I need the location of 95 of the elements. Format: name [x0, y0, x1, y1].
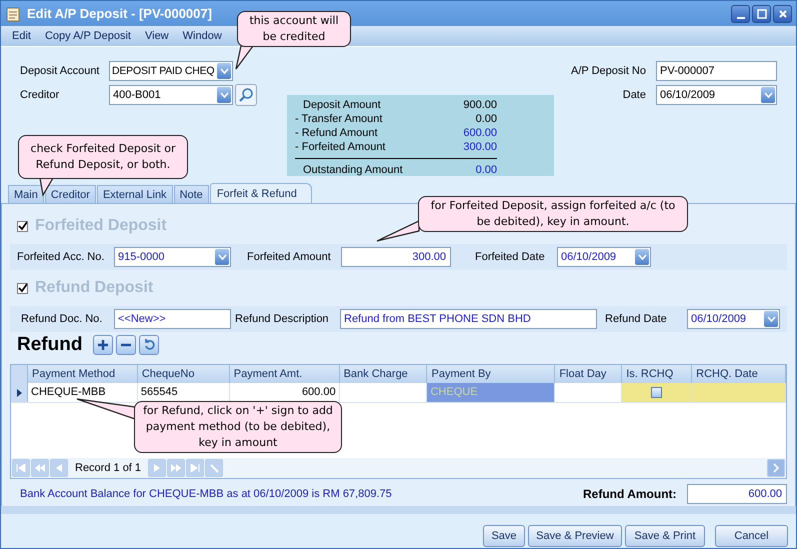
callout: this account will be credited [237, 11, 351, 47]
summary-label: Outstanding Amount [302, 163, 403, 178]
action-button[interactable]: Save & Preview [528, 525, 622, 547]
undo-button[interactable] [139, 335, 160, 355]
field-label: Refund Description [235, 313, 330, 325]
section-title: Refund Deposit [35, 279, 154, 297]
callout: check Forfeited Deposit or Refund Deposit, or both. [18, 135, 188, 179]
field-label: Deposit Account [20, 65, 100, 77]
date-picker[interactable]: 06/10/2009 [557, 247, 651, 267]
summary-label: - Refund Amount [295, 126, 378, 140]
first-icon [16, 464, 26, 472]
section-title: Forfeited Deposit [35, 217, 167, 235]
last-icon [190, 464, 200, 472]
checkbox[interactable] [651, 387, 662, 398]
account-dropdown[interactable]: DEPOSIT PAID CHEQ [109, 61, 233, 81]
callout: for Forfeited Deposit, assign forfeited a/c (to be debited), key in amount. [418, 196, 688, 232]
search-icon [238, 87, 254, 103]
account-dropdown[interactable]: 915-0000 [114, 247, 231, 267]
field-label: Creditor [20, 89, 60, 101]
left-triangle-icon [56, 464, 62, 472]
tab[interactable]: Main [8, 185, 44, 203]
maximize-button[interactable] [752, 4, 771, 22]
field-label: Refund Date [605, 313, 668, 325]
action-button[interactable]: Save & Print [625, 525, 705, 547]
add-button[interactable] [93, 335, 114, 355]
action-button[interactable]: Save [483, 525, 525, 547]
summary-value: 300.00 [463, 140, 497, 154]
close-button[interactable] [773, 4, 792, 22]
summary-label: - Transfer Amount [295, 112, 382, 126]
amount-field[interactable]: 300.00 [341, 247, 451, 267]
summary-label: - Forfeited Amount [295, 140, 386, 154]
summary-value: 900.00 [463, 98, 497, 112]
chevron-right-icon [773, 463, 779, 473]
window-title: Edit A/P Deposit - [PV-000007] [27, 6, 212, 21]
checkbox[interactable] [17, 220, 28, 232]
corner-header-cell [11, 365, 28, 383]
menu-item[interactable]: Copy A/P Deposit [38, 30, 138, 42]
document-number-field[interactable]: <<New>> [114, 309, 231, 329]
search-button[interactable] [235, 84, 257, 106]
tab[interactable]: Creditor [44, 185, 96, 203]
column-header[interactable]: Float Day [555, 365, 622, 383]
date-picker[interactable]: 06/10/2009 [656, 85, 777, 105]
field-label: Refund Doc. No. [20, 313, 104, 325]
refund-amount-field[interactable]: 600.00 [687, 484, 787, 504]
caret-icon [218, 254, 226, 260]
summary-value: 600.00 [463, 126, 497, 140]
balance-note: Bank Account Balance for CHEQUE-MBB as at 06/10/2009 is RM 67,809.75 [20, 488, 392, 500]
column-header[interactable]: Payment Amt. [230, 365, 340, 383]
summary-label: Deposit Amount [302, 98, 381, 112]
field-label: Forfeited Amount [247, 251, 332, 263]
minimize-button[interactable] [731, 4, 750, 22]
description-field[interactable]: Refund from BEST PHONE SDN BHD [340, 309, 597, 329]
plus-icon [96, 338, 110, 352]
caret-icon [766, 316, 776, 322]
deposit-number-field[interactable]: PV-000007 [656, 61, 777, 81]
caret-icon [764, 92, 772, 98]
field-label: A/P Deposit No [570, 65, 647, 77]
table-cell: CHEQUE [427, 383, 556, 402]
tab[interactable]: Forfeit & Refund [210, 183, 312, 203]
menu-item[interactable]: View [138, 30, 176, 42]
summary-value: 0.00 [476, 112, 497, 126]
summary-value: 0.00 [476, 163, 497, 178]
caret-icon [220, 68, 228, 74]
field-label: Date [622, 89, 647, 101]
right-triangle-icon [154, 464, 160, 472]
field-label: Forfeited Date [475, 251, 546, 263]
close-icon [776, 8, 788, 20]
maximize-icon [756, 8, 768, 20]
date-picker[interactable]: 06/10/2009 [687, 309, 780, 329]
section-heading: Refund [17, 334, 82, 356]
callout-pointer [375, 219, 421, 243]
checkbox[interactable] [17, 282, 28, 294]
column-header[interactable]: Payment Method [28, 365, 138, 383]
caret-icon [638, 254, 646, 260]
remove-button[interactable] [116, 335, 136, 355]
column-header[interactable]: ChequeNo [138, 365, 230, 383]
minimize-icon [736, 16, 744, 18]
document-icon [5, 6, 21, 22]
rewind-icon [35, 464, 45, 472]
scroll-right-button[interactable] [767, 459, 785, 477]
callout: for Refund, click on '+' sign to add payment method (to be debited), key in amount [134, 401, 342, 453]
fast-forward-icon [171, 464, 182, 472]
undo-icon [142, 338, 156, 352]
menu-item[interactable]: Window [176, 30, 229, 42]
action-button[interactable]: Cancel [715, 525, 788, 547]
tab[interactable]: External Link [96, 185, 173, 203]
tab[interactable]: Note [174, 185, 209, 203]
field-label: Forfeited Acc. No. [17, 251, 106, 263]
row-selector[interactable] [11, 383, 28, 402]
record-counter: Record 1 of 1 [74, 462, 142, 474]
column-header[interactable]: Bank Charge [340, 365, 428, 383]
caret-icon [220, 92, 228, 98]
field-label: Refund Amount: [583, 487, 678, 501]
menu-item[interactable]: Edit [5, 30, 38, 42]
creditor-dropdown[interactable]: 400-B001 [109, 85, 233, 105]
